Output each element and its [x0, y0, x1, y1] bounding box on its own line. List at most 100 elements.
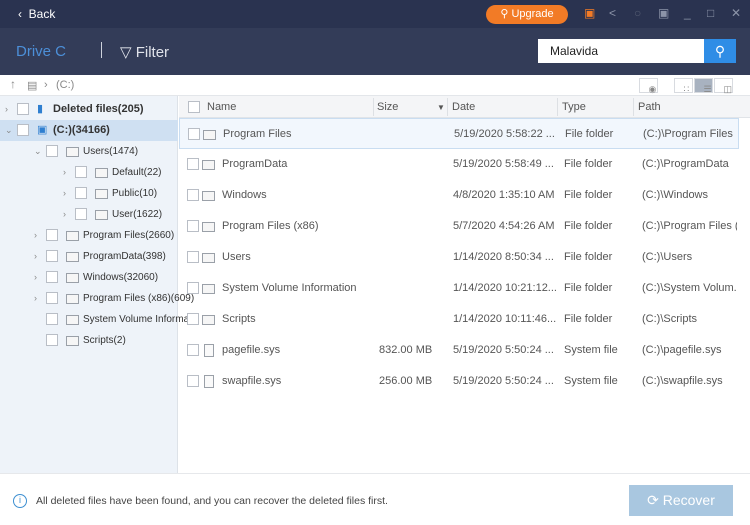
chevron-right-icon: ›	[44, 79, 48, 91]
chevron-right-icon[interactable]: ›	[5, 99, 8, 120]
preview-toggle[interactable]: ◉	[639, 78, 658, 94]
filter-button[interactable]: ▽ Filter	[120, 43, 169, 61]
table-row[interactable]: Program Files (x86) 5/7/2020 4:54:26 AM …	[179, 211, 739, 242]
tree-item[interactable]: › Public(10)	[0, 183, 178, 204]
tree-checkbox[interactable]	[46, 334, 58, 346]
tree-checkbox[interactable]	[75, 187, 87, 199]
toolbar: Drive C ▽ Filter ⚲	[0, 28, 750, 75]
tree-checkbox[interactable]	[46, 313, 58, 325]
table-row[interactable]: Program Files 5/19/2020 5:58:22 ... File…	[179, 118, 739, 149]
row-checkbox[interactable]	[187, 344, 199, 356]
share-icon[interactable]: <	[609, 6, 616, 20]
cell-size: 256.00 MB	[379, 375, 433, 387]
sort-desc-icon: ▼	[437, 103, 445, 112]
tree-checkbox[interactable]	[46, 292, 58, 304]
grid-view-button[interactable]: ∷	[674, 78, 693, 94]
save-icon[interactable]: ▣	[658, 6, 669, 20]
tree-checkbox[interactable]	[17, 103, 29, 115]
cell-date: 5/19/2020 5:58:22 ...	[454, 128, 555, 140]
feedback-icon[interactable]: ○	[634, 6, 641, 20]
row-checkbox[interactable]	[187, 158, 199, 170]
tree-item[interactable]: ⌄ ▣ (C:)(34166)	[0, 120, 178, 141]
tree-checkbox[interactable]	[46, 229, 58, 241]
row-checkbox[interactable]	[187, 189, 199, 201]
chevron-right-icon[interactable]: ›	[34, 267, 37, 288]
column-type[interactable]: Type	[562, 101, 586, 113]
folder-icon	[66, 273, 79, 283]
tree-item[interactable]: › User(1622)	[0, 204, 178, 225]
row-checkbox[interactable]	[187, 251, 199, 263]
tree-item[interactable]: › Program Files(2660)	[0, 225, 178, 246]
chevron-down-icon[interactable]: ⌄	[5, 120, 13, 141]
search-button[interactable]: ⚲	[704, 39, 736, 63]
detail-view-button[interactable]: ◫	[714, 78, 733, 94]
tree-checkbox[interactable]	[17, 124, 29, 136]
cell-type: File folder	[565, 128, 614, 140]
chevron-right-icon[interactable]: ›	[34, 225, 37, 246]
column-name[interactable]: Name	[207, 101, 236, 113]
file-icon	[204, 344, 214, 357]
chevron-right-icon[interactable]: ›	[34, 246, 37, 267]
close-icon[interactable]: ✕	[731, 6, 741, 20]
chevron-right-icon[interactable]: ›	[34, 288, 37, 309]
tree-item[interactable]: ⌄ Users(1474)	[0, 141, 178, 162]
table-row[interactable]: Windows 4/8/2020 1:35:10 AM File folder …	[179, 180, 739, 211]
cell-type: File folder	[564, 189, 613, 201]
table-row[interactable]: swapfile.sys 256.00 MB 5/19/2020 5:50:24…	[179, 366, 739, 397]
back-button[interactable]: ‹ Back	[18, 7, 55, 21]
chevron-right-icon[interactable]: ›	[63, 162, 66, 183]
tree-item[interactable]: › Windows(32060)	[0, 267, 178, 288]
folder-icon	[202, 191, 215, 201]
minimize-icon[interactable]: _	[684, 6, 691, 20]
chevron-right-icon[interactable]: ›	[63, 204, 66, 225]
tree-item[interactable]: › ▮ Deleted files(205)	[0, 99, 178, 120]
breadcrumb-path[interactable]: (C:)	[56, 79, 74, 91]
tree-checkbox[interactable]	[46, 271, 58, 283]
cell-name: Windows	[222, 189, 267, 201]
tree-checkbox[interactable]	[75, 208, 87, 220]
upgrade-button[interactable]: ⚲ Upgrade	[486, 5, 568, 24]
cell-name: System Volume Information	[222, 282, 357, 294]
chevron-right-icon[interactable]: ›	[63, 183, 66, 204]
cart-icon[interactable]: ▣	[584, 6, 595, 20]
table-row[interactable]: ProgramData 5/19/2020 5:58:49 ... File f…	[179, 149, 739, 180]
cell-name: Program Files (x86)	[222, 220, 319, 232]
cell-size: 832.00 MB	[379, 344, 433, 356]
table-row[interactable]: System Volume Information 1/14/2020 10:2…	[179, 273, 739, 304]
tree-checkbox[interactable]	[46, 250, 58, 262]
tree-item[interactable]: System Volume Informa	[0, 309, 189, 330]
tree-item-label: Deleted files(205)	[53, 103, 144, 115]
tree-item[interactable]: › ProgramData(398)	[0, 246, 178, 267]
select-all-checkbox[interactable]	[188, 101, 200, 113]
status-message: All deleted files have been found, and y…	[36, 495, 388, 507]
tree-item-label: User(1622)	[112, 209, 163, 220]
tree-item[interactable]: › Program Files (x86)(609)	[0, 288, 194, 309]
tree-checkbox[interactable]	[75, 166, 87, 178]
table-row[interactable]: pagefile.sys 832.00 MB 5/19/2020 5:50:24…	[179, 335, 739, 366]
chevron-left-icon: ‹	[18, 7, 29, 21]
cell-path: (C:)\Program Files (...	[642, 220, 737, 232]
cell-date: 5/19/2020 5:50:24 ...	[453, 344, 554, 356]
column-size[interactable]: Size	[377, 101, 398, 113]
maximize-icon[interactable]: □	[707, 6, 714, 20]
row-checkbox[interactable]	[187, 375, 199, 387]
drive-icon: ▤	[27, 80, 38, 92]
list-view-button[interactable]: ☰	[694, 78, 713, 94]
chevron-down-icon[interactable]: ⌄	[34, 141, 42, 162]
search-input[interactable]	[538, 39, 704, 63]
column-date[interactable]: Date	[452, 101, 475, 113]
row-checkbox[interactable]	[187, 220, 199, 232]
up-arrow-icon[interactable]: ↑	[10, 77, 16, 91]
column-path[interactable]: Path	[638, 101, 661, 113]
tree-item[interactable]: › Default(22)	[0, 162, 178, 183]
table-row[interactable]: Users 1/14/2020 8:50:34 ... File folder …	[179, 242, 739, 273]
tab-drive-c[interactable]: Drive C	[16, 43, 66, 60]
tree-checkbox[interactable]	[46, 145, 58, 157]
recover-button[interactable]: ⟳ Recover	[629, 485, 733, 516]
row-checkbox[interactable]	[188, 128, 200, 140]
tree-item[interactable]: Scripts(2)	[0, 330, 178, 351]
row-checkbox[interactable]	[187, 313, 199, 325]
folder-icon	[66, 336, 79, 346]
table-row[interactable]: Scripts 1/14/2020 10:11:46... File folde…	[179, 304, 739, 335]
row-checkbox[interactable]	[187, 282, 199, 294]
